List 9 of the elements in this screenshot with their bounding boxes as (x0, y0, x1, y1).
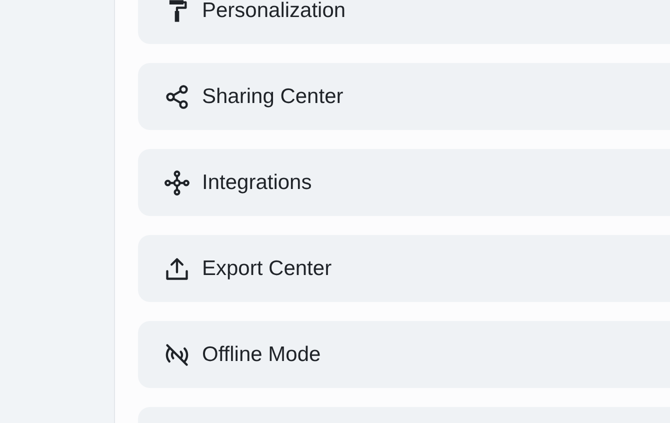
signal-off-icon (164, 342, 190, 368)
upload-icon (164, 256, 190, 282)
menu-item[interactable]: Personalization (138, 0, 670, 44)
menu-item[interactable]: Sharing Center (138, 63, 670, 130)
share-icon (164, 84, 190, 110)
menu-item[interactable]: Offline Mode (138, 321, 670, 388)
network-icon (164, 170, 190, 196)
menu-item[interactable]: Integrations (138, 149, 670, 216)
menu-item[interactable]: Export Center (138, 235, 670, 302)
